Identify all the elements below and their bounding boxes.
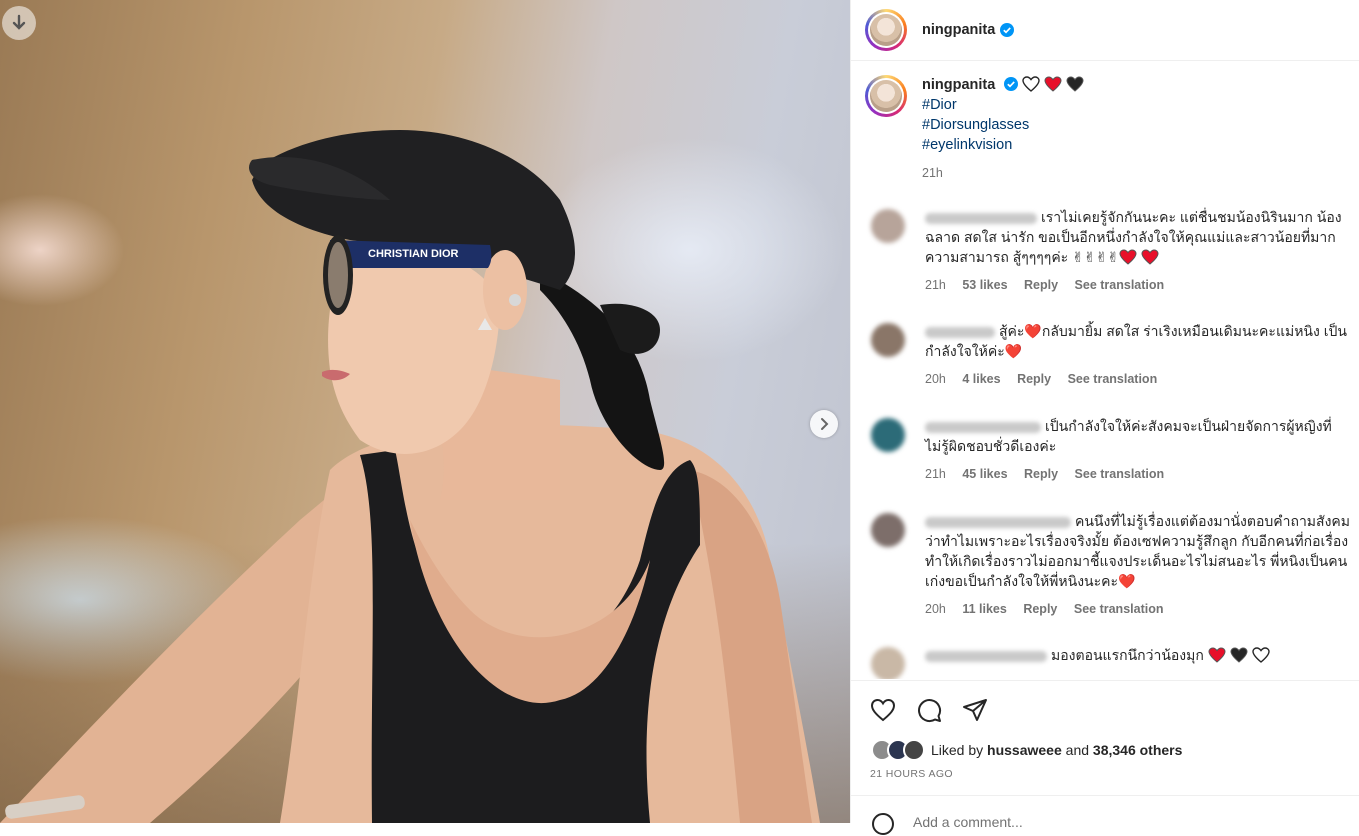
white-heart-icon <box>1251 647 1270 663</box>
reply-button[interactable]: Reply <box>1024 467 1058 481</box>
red-heart-icon <box>1208 647 1226 663</box>
hashtag-link[interactable]: #Diorsunglasses <box>922 115 1084 135</box>
next-image-button[interactable] <box>810 410 838 438</box>
share-paper-plane-icon[interactable] <box>962 698 988 722</box>
liked-by-joiner: and <box>1065 742 1090 758</box>
verified-badge-icon <box>1000 23 1015 37</box>
commenter-avatar[interactable] <box>871 647 905 679</box>
liked-by-prefix: Liked by <box>931 742 984 758</box>
like-heart-icon[interactable] <box>870 698 896 722</box>
download-button[interactable] <box>2 6 36 40</box>
reply-button[interactable]: Reply <box>1017 372 1051 386</box>
sunglasses-text: CHRISTIAN DIOR <box>368 248 459 260</box>
likes-count-link[interactable]: 38,346 others <box>1093 742 1183 758</box>
comment-time[interactable]: 21h <box>925 467 946 481</box>
comment-meta: 21h 45 likes Reply See translation <box>925 464 1355 484</box>
author-avatar[interactable] <box>865 9 907 51</box>
see-translation-button[interactable]: See translation <box>1074 602 1164 616</box>
reply-button[interactable]: Reply <box>1023 602 1057 616</box>
add-comment-bar: Add a comment... <box>851 795 1359 835</box>
comment-likes[interactable]: 4 likes <box>962 372 1000 386</box>
comment-likes[interactable]: 11 likes <box>962 602 1007 616</box>
commenter-username-blurred[interactable] <box>925 421 1041 433</box>
comment: มองตอนแรกนึกว่าน้องมุก <box>851 645 1359 679</box>
likes-summary: Liked by hussaweee and 38,346 others <box>851 723 1359 761</box>
liker-avatars[interactable] <box>871 739 925 761</box>
caption-username[interactable]: ningpanita <box>922 77 995 93</box>
comment-emoji: ✌✌✌✌ <box>1068 249 1120 265</box>
comment-likes[interactable]: 45 likes <box>962 467 1007 481</box>
comment: คนนึงที่ไม่รู้เรื่องแต่ต้องมานั่งตอบคำถา… <box>851 511 1359 619</box>
add-comment-input[interactable]: Add a comment... <box>913 814 1023 830</box>
arrow-down-icon <box>12 14 26 30</box>
comment: เราไม่เคยรู้จักกันนะคะ แต่ชื่นชมน้องนิริ… <box>851 207 1359 295</box>
black-heart-icon <box>1066 76 1084 92</box>
post-side-panel: ningpanita ningpanita #Dior #Diorsunglas… <box>850 0 1359 835</box>
comment-text: มองตอนแรกนึกว่าน้องมุก <box>1051 647 1204 663</box>
post-media: CHRISTIAN DIOR <box>0 0 850 823</box>
verified-badge-icon <box>1004 77 1019 91</box>
liker-username[interactable]: hussaweee <box>987 742 1062 758</box>
commenter-username-blurred[interactable] <box>925 650 1047 662</box>
comments-scroll-area[interactable]: ningpanita #Dior #Diorsunglasses #eyelin… <box>851 61 1359 679</box>
posted-time[interactable]: 21 HOURS AGO <box>851 761 1359 780</box>
post-caption: ningpanita #Dior #Diorsunglasses #eyelin… <box>851 61 1359 183</box>
black-heart-icon <box>1230 647 1248 663</box>
white-heart-icon <box>1022 76 1041 92</box>
commenter-username-blurred[interactable] <box>925 212 1037 224</box>
commenter-avatar[interactable] <box>871 513 905 547</box>
hashtag-link[interactable]: #eyelinkvision <box>922 135 1084 155</box>
comment-bubble-icon[interactable] <box>916 697 942 723</box>
commenter-avatar[interactable] <box>871 209 905 243</box>
comment-time[interactable]: 21h <box>925 278 946 292</box>
comment-meta: 21h 53 likes Reply See translation <box>925 275 1355 295</box>
reply-button[interactable]: Reply <box>1024 278 1058 292</box>
caption-author-avatar[interactable] <box>865 75 907 117</box>
author-username[interactable]: ningpanita <box>922 22 995 38</box>
post-photo: CHRISTIAN DIOR <box>0 130 820 823</box>
see-translation-button[interactable]: See translation <box>1075 467 1165 481</box>
hashtag-link[interactable]: #Dior <box>922 95 1084 115</box>
see-translation-button[interactable]: See translation <box>1068 372 1158 386</box>
comment: เป็นกำลังใจให้ค่ะสังคมจะเป็นฝ่ายจัดการผู… <box>851 416 1359 484</box>
commenter-username-blurred[interactable] <box>925 326 995 338</box>
chevron-right-icon <box>821 418 829 430</box>
comment: สู้ค่ะ❤️กลับมายิ้ม สดใส ร่าเริงเหมือนเดิ… <box>851 321 1359 389</box>
comment-likes[interactable]: 53 likes <box>962 278 1007 292</box>
commenter-avatar[interactable] <box>871 418 905 452</box>
emoji-smiley-icon[interactable] <box>871 812 895 836</box>
post-header: ningpanita <box>851 0 1359 61</box>
caption-time[interactable]: 21h <box>922 163 1084 183</box>
see-translation-button[interactable]: See translation <box>1075 278 1165 292</box>
red-heart-icon <box>1044 76 1062 92</box>
red-heart-icon <box>1141 249 1159 265</box>
red-heart-icon <box>1119 249 1137 265</box>
comment-meta: 20h 4 likes Reply See translation <box>925 369 1355 389</box>
commenter-username-blurred[interactable] <box>925 516 1071 528</box>
comment-time[interactable]: 20h <box>925 372 946 386</box>
commenter-avatar[interactable] <box>871 323 905 357</box>
comment-meta: 20h 11 likes Reply See translation <box>925 599 1355 619</box>
comment-time[interactable]: 20h <box>925 602 946 616</box>
